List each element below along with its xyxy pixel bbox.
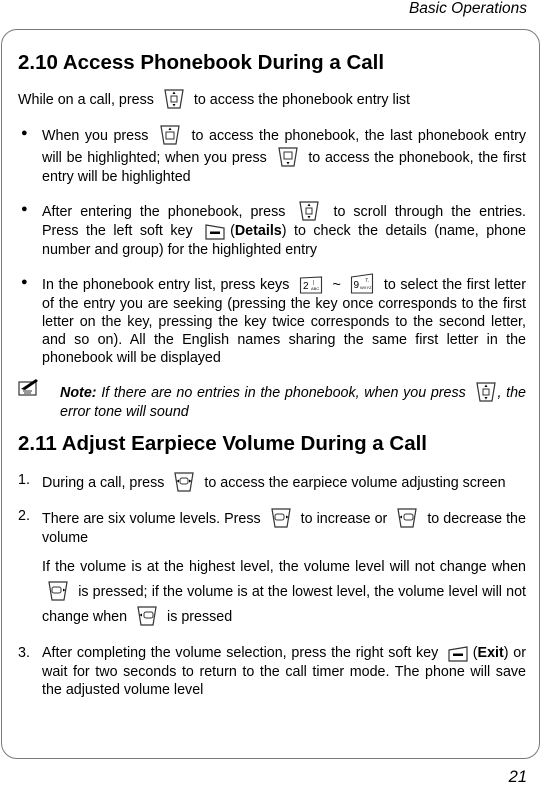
key-9-wxyz-icon: 9 7. WXYZ [350, 273, 374, 295]
bullet-item: ● In the phonebook entry list, press key… [18, 273, 526, 367]
step-text: During a call, press [42, 475, 165, 491]
range-separator: ~ [332, 277, 341, 293]
step-number: 3. [18, 645, 30, 661]
section-heading-2-11: 2.11 Adjust Earpiece Volume During a Cal… [18, 432, 427, 455]
bullet-text: In the phonebook entry list, press keys [42, 277, 290, 293]
step-item: 3. After completing the volume selection… [18, 644, 526, 699]
svg-text:2: 2 [303, 281, 309, 292]
step-text: to access the earpiece volume adjusting … [204, 475, 506, 491]
step-number: 1. [18, 472, 30, 488]
right-navigation-key-icon [47, 580, 69, 602]
page-number: 21 [508, 768, 527, 786]
detail-text: is pressed; if the volume is at the lowe… [42, 584, 526, 625]
step-text: to increase or [300, 511, 388, 527]
step-item: 1. During a call, press to access the ea… [18, 471, 526, 493]
up-navigation-key-icon [159, 124, 181, 146]
intro-paragraph: While on a call, press to access the pho… [18, 88, 526, 110]
up-down-navigation-key-icon [475, 381, 497, 403]
key-2-abc-icon: 2 | ABC [299, 275, 323, 295]
up-down-navigation-key-icon [298, 200, 320, 222]
svg-text:WXYZ: WXYZ [360, 285, 372, 290]
bullet-dot: ● [21, 127, 28, 139]
bullet-text: After entering the phonebook, press [42, 204, 286, 220]
step-text: After completing the volume selection, p… [42, 645, 439, 661]
step-2-detail: If the volume is at the highest level, t… [18, 555, 526, 630]
content: 2.10 Access Phonebook During a Call Whil… [18, 50, 526, 699]
bullet-item: ● When you press to access the phonebook… [18, 124, 526, 186]
down-navigation-key-icon [277, 146, 299, 168]
svg-text:7.: 7. [365, 278, 369, 284]
bullet-dot: ● [21, 276, 28, 288]
bullet-text: When you press [42, 128, 149, 144]
page-header: Basic Operations [408, 0, 527, 17]
note-label: Note: [60, 385, 97, 401]
note-pencil-icon [18, 377, 40, 402]
left-right-navigation-key-icon [173, 471, 195, 493]
svg-text:ABC: ABC [311, 286, 319, 291]
exit-label: Exit [477, 645, 504, 661]
detail-text: is pressed [167, 609, 233, 625]
bullet-item: ● After entering the phonebook, press to… [18, 200, 526, 259]
intro-text-1: While on a call, press [18, 92, 154, 108]
intro-text-2: to access the phonebook entry list [193, 92, 411, 108]
right-soft-key-icon [448, 645, 468, 663]
step-number: 2. [18, 508, 30, 524]
right-navigation-key-icon [270, 507, 292, 529]
detail-text: If the volume is at the highest level, t… [42, 559, 526, 575]
note-text: If there are no entries in the phonebook… [101, 385, 466, 401]
details-label: Details [234, 223, 282, 239]
left-soft-key-icon [205, 223, 225, 241]
up-down-navigation-key-icon [163, 88, 185, 110]
left-navigation-key-icon [136, 605, 158, 627]
note: Note: If there are no entries in the pho… [18, 379, 526, 421]
bullet-dot: ● [21, 203, 28, 215]
step-text: There are six volume levels. Press [42, 511, 261, 527]
section-heading-2-10: 2.10 Access Phonebook During a Call [18, 51, 385, 74]
left-navigation-key-icon [396, 507, 418, 529]
step-item: 2. There are six volume levels. Press to… [18, 507, 526, 547]
svg-text:9: 9 [354, 280, 360, 291]
